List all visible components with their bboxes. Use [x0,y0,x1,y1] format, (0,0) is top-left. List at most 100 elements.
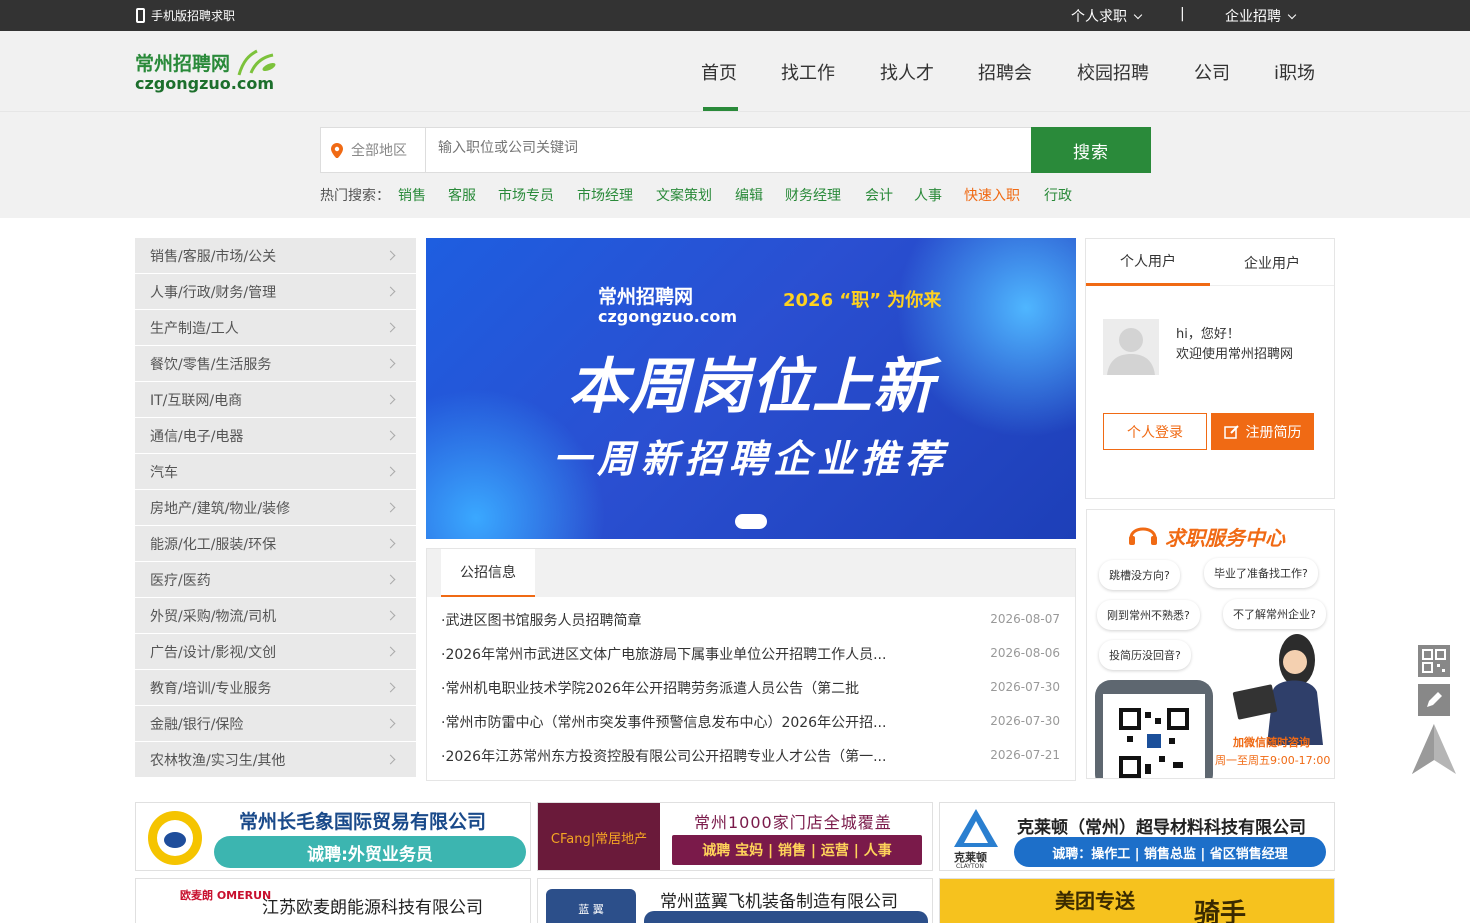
chevron-right-icon [385,466,396,477]
search-box: 全部地区 [320,127,1032,173]
ad-changju-realty[interactable]: CFang|常居地产 常州1000家门店全城覆盖 诚聘 宝妈 | 销售 | 运营… [537,802,933,871]
header: 常州招聘网 czgongzuo.com 首页 找工作 找人才 招聘会 校园招聘 … [0,31,1470,112]
nav-active-indicator [703,107,738,111]
ad-lanyi[interactable]: 蓝 翼 常州蓝翼飞机装备制造有限公司 [537,878,933,923]
edit-icon [1223,424,1239,439]
news-item[interactable]: ·武进区图书馆服务人员招聘简章 [441,610,911,630]
phone-icon [136,8,145,23]
category-item[interactable]: 农林牧渔/实习生/其他 [135,742,416,778]
location-pin-icon [331,142,343,158]
top-bar: 手机版招聘求职 个人求职 | 企业招聘 [0,0,1470,31]
category-item[interactable]: 通信/电子/电器 [135,418,416,454]
category-item[interactable]: 餐饮/零售/生活服务 [135,346,416,382]
category-item[interactable]: 汽车 [135,454,416,490]
chevron-down-icon [1133,10,1143,19]
hot-keyword[interactable]: 行政 [1044,185,1072,205]
register-resume-button[interactable]: 注册简历 [1211,413,1314,450]
qr-float-button[interactable] [1418,645,1450,677]
hero-banner[interactable]: 常州招聘网 czgongzuo.com 2026 “职” 为你来 本周岗位上新 … [426,238,1076,539]
hot-keyword[interactable]: 人事 [914,185,942,205]
news-item[interactable]: ·常州市防雷中心（常州市突发事件预警信息发布中心）2026年公开招... [441,712,911,732]
news-item[interactable]: ·2026年江苏常州东方投资控股有限公司公开招聘专业人才公告（第一... [441,746,911,766]
service-hours: 周一至周五9:00-17:00 [1215,754,1331,767]
chevron-right-icon [385,358,396,369]
hot-keyword[interactable]: 编辑 [735,185,763,205]
clayton-logo-icon [954,809,998,847]
tab-personal-user[interactable]: 个人用户 [1086,239,1210,286]
nav-find-talent[interactable]: 找人才 [880,59,934,85]
hot-keyword[interactable]: 文案策划 [656,185,712,205]
personal-menu[interactable]: 个人求职 [1071,6,1143,26]
tab-public-recruit[interactable]: 公招信息 [441,549,535,597]
chevron-right-icon [385,322,396,333]
nav-home[interactable]: 首页 [701,59,737,85]
nav-workplace[interactable]: i职场 [1274,59,1315,85]
news-item[interactable]: ·常州机电职业技术学院2026年公开招聘劳务派遣人员公告（第二批 [441,678,911,698]
banner-slogan: 2026 “职” 为你来 [783,290,942,311]
carousel-indicator[interactable] [735,514,767,529]
service-bubble: 投简历没回音? [1099,640,1191,670]
category-item[interactable]: 生产制造/工人 [135,310,416,346]
news-date: 2026-07-21 [990,748,1060,762]
chevron-right-icon [385,250,396,261]
qr-screen [1103,694,1205,778]
category-item[interactable]: 外贸/采购/物流/司机 [135,598,416,634]
hot-keyword[interactable]: 市场经理 [577,185,633,205]
job-service-center[interactable]: 求职服务中心 跳槽没方向? 毕业了准备找工作? 刚到常州不熟悉? 不了解常州企业… [1086,509,1335,779]
user-panel: 个人用户 企业用户 hi，您好！ 欢迎使用常州招聘网 个人登录 注册简历 [1085,238,1335,499]
phone-illustration [1095,680,1213,778]
news-item[interactable]: ·2026年常州市武进区文体广电旅游局下属事业单位公开招聘工作人员... [441,644,911,664]
nav-company[interactable]: 公司 [1194,59,1230,85]
search-input[interactable] [438,140,998,156]
ad-omerun[interactable]: 欧麦朗 OMERUN 江苏欧麦朗能源科技有限公司 [135,878,531,923]
search-area: 全部地区 搜索 热门搜索： 销售 客服 市场专员 市场经理 文案策划 编辑 财务… [0,112,1470,218]
hot-keyword[interactable]: 财务经理 [785,185,841,205]
hot-keyword[interactable]: 快速入职 [964,185,1020,205]
user-silhouette-icon [1107,328,1155,375]
category-list: 销售/客服/市场/公关 人事/行政/财务/管理 生产制造/工人 餐饮/零售/生活… [135,238,416,778]
region-selector[interactable]: 全部地区 [321,128,426,172]
category-item[interactable]: 教育/培训/专业服务 [135,670,416,706]
category-item[interactable]: 医疗/医药 [135,562,416,598]
chevron-right-icon [385,394,396,405]
lanyi-brand: 蓝 翼 [546,889,636,923]
hot-keyword[interactable]: 销售 [398,185,426,205]
nav-campus[interactable]: 校园招聘 [1077,59,1149,85]
category-item[interactable]: IT/互联网/电商 [135,382,416,418]
ad-meituan[interactable]: 美团专送 骑手 [939,878,1335,923]
chevron-right-icon [385,754,396,765]
ad-changmaoxiang[interactable]: 常州长毛象国际贸易有限公司 诚聘:外贸业务员 [135,802,531,871]
news-date: 2026-08-07 [990,612,1060,626]
headset-icon [1129,527,1157,545]
topbar-divider: | [1180,6,1185,22]
service-title: 求职服务中心 [1165,526,1285,550]
back-to-top-icon[interactable] [1410,722,1458,776]
category-item[interactable]: 销售/客服/市场/公关 [135,238,416,274]
news-header: 公招信息 [427,549,1075,597]
public-recruit-panel: 公招信息 ·武进区图书馆服务人员招聘简章 2026-08-07 ·2026年常州… [426,548,1076,781]
wechat-consult: 加微信随时咨询 [1233,736,1310,749]
personal-login-button[interactable]: 个人登录 [1103,413,1207,450]
tab-company-user[interactable]: 企业用户 [1210,239,1334,286]
search-button[interactable]: 搜索 [1031,127,1151,173]
qr-icon [1422,649,1446,673]
avatar [1103,319,1159,375]
site-logo[interactable]: 常州招聘网 czgongzuo.com [135,49,280,97]
hot-keyword[interactable]: 客服 [448,185,476,205]
category-item[interactable]: 人事/行政/财务/管理 [135,274,416,310]
feedback-float-button[interactable] [1418,684,1450,716]
consultant-illustration [1232,634,1323,745]
chevron-right-icon [385,646,396,657]
nav-job-fair[interactable]: 招聘会 [978,59,1032,85]
mobile-link[interactable]: 手机版招聘求职 [136,7,235,24]
clayton-brand-en: CLAYTON [956,863,984,870]
category-item[interactable]: 房地产/建筑/物业/装修 [135,490,416,526]
category-item[interactable]: 广告/设计/影视/文创 [135,634,416,670]
category-item[interactable]: 金融/银行/保险 [135,706,416,742]
ad-clayton[interactable]: 克莱顿 CLAYTON 克莱顿（常州）超导材料科技有限公司 诚聘：操作工 | 销… [939,802,1335,871]
hot-keyword[interactable]: 市场专员 [498,185,554,205]
category-item[interactable]: 能源/化工/服装/环保 [135,526,416,562]
nav-find-job[interactable]: 找工作 [781,59,835,85]
company-menu[interactable]: 企业招聘 [1225,6,1297,26]
hot-keyword[interactable]: 会计 [865,185,893,205]
